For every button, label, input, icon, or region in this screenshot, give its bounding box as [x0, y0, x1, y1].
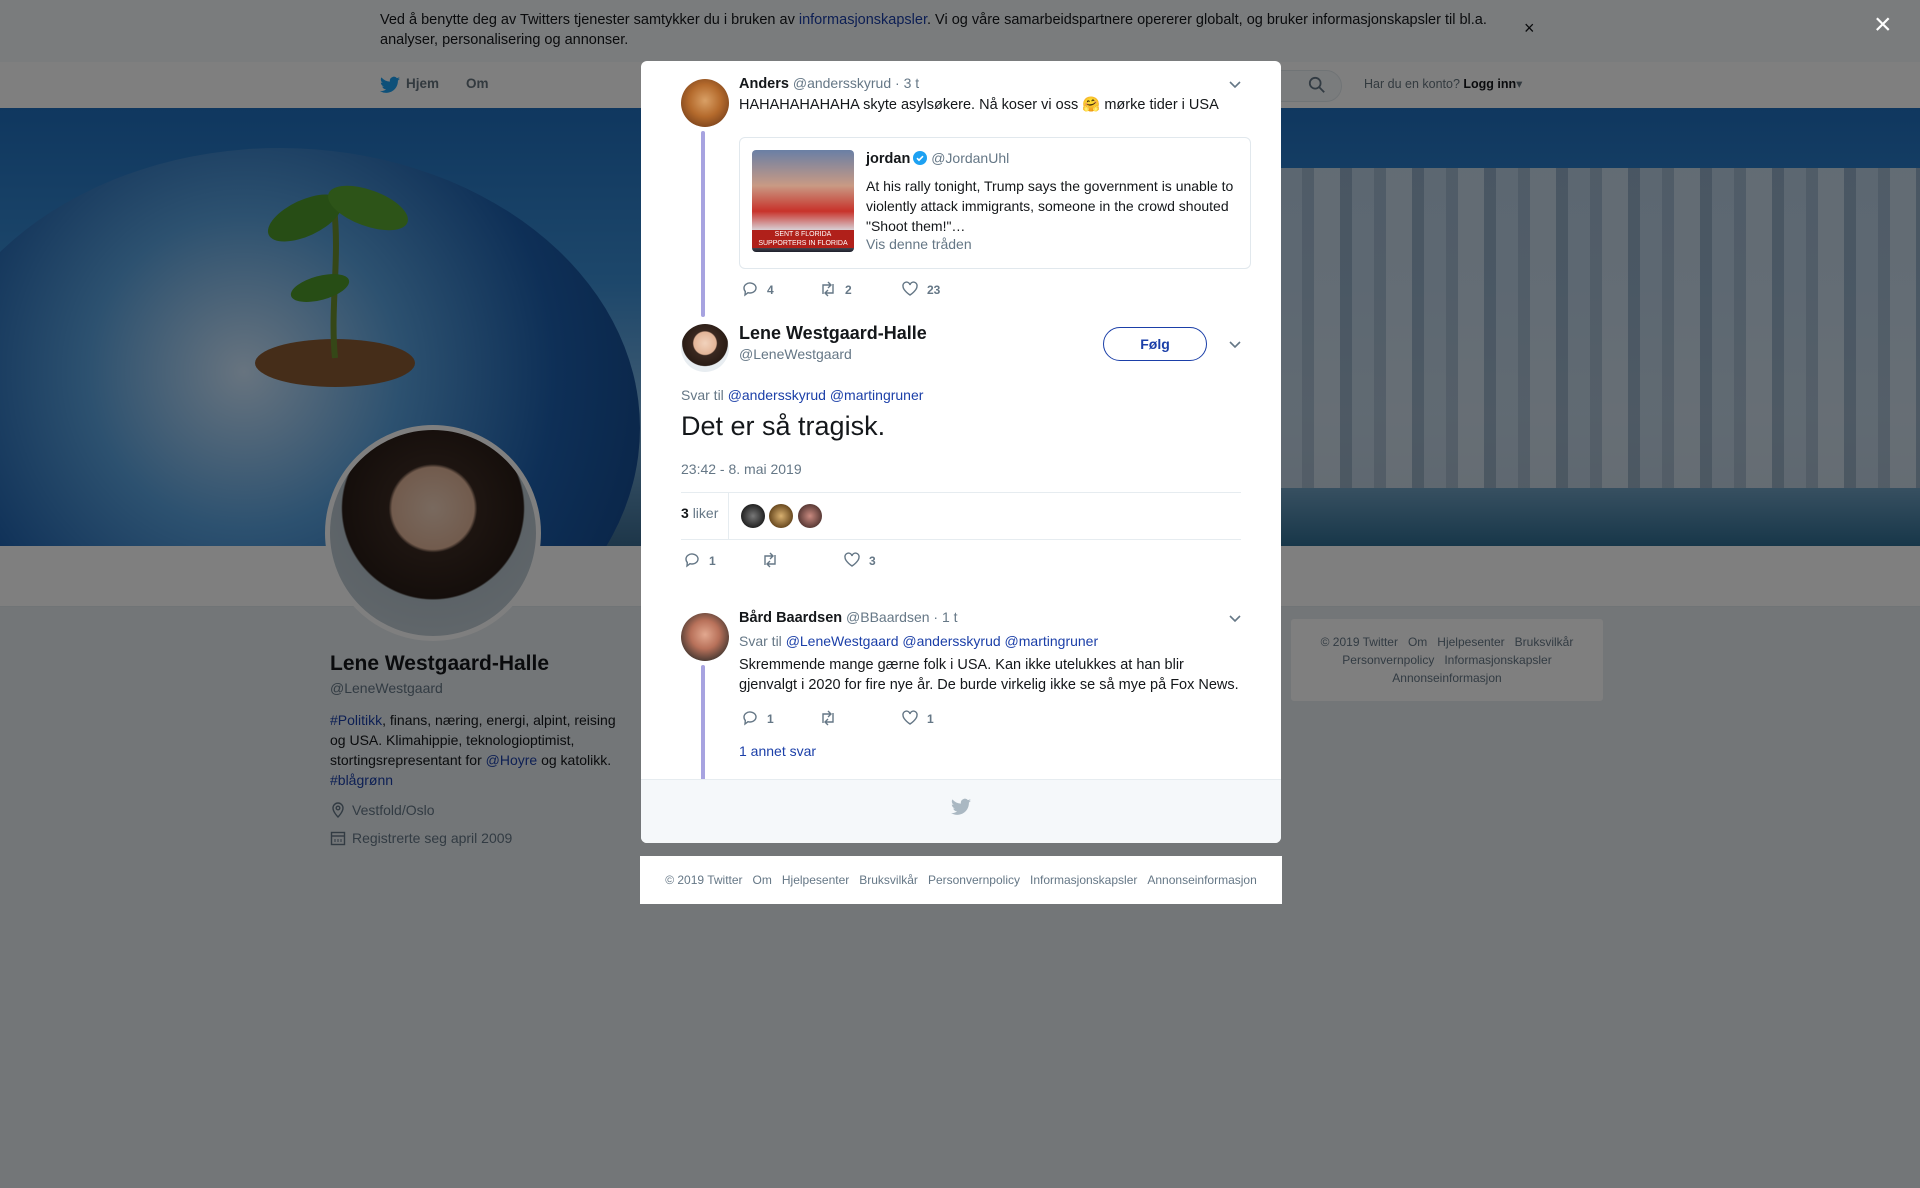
footer-link[interactable]: Hjelpesenter — [782, 873, 849, 887]
show-thread-link[interactable]: Vis denne tråden — [866, 236, 972, 252]
retweet-icon — [764, 552, 776, 568]
divider — [681, 492, 1241, 493]
like-button[interactable]: 1 — [901, 709, 934, 727]
tweet-text: Skremmende mange gærne folk i USA. Kan i… — [739, 657, 1239, 693]
tweet-author-name[interactable]: Anders — [739, 76, 789, 92]
liker-avatar[interactable] — [769, 504, 793, 528]
reply-button[interactable]: 1 — [741, 709, 774, 727]
footer-link[interactable]: Om — [753, 873, 772, 887]
avatar[interactable] — [681, 79, 729, 127]
footer-link[interactable]: Annonseinformasjon — [1147, 873, 1256, 887]
reply-button[interactable]: 1 — [683, 551, 716, 569]
main-tweet-timestamp: 23:42 - 8. mai 2019 — [681, 461, 802, 477]
quoted-author-name: jordan — [866, 151, 911, 167]
reply-button[interactable]: 4 — [741, 280, 774, 298]
follow-button[interactable]: Følg — [1103, 327, 1207, 361]
more-replies-link[interactable]: 1 annet svar — [739, 743, 816, 759]
quoted-tweet-text: At his rally tonight, Trump says the gov… — [866, 178, 1234, 234]
modal-bottom-bar — [641, 779, 1281, 843]
tweet-header: Anders @andersskyrud · 3 t — [739, 75, 919, 92]
likes-count[interactable]: 3 liker — [681, 505, 718, 521]
main-tweet-author-name[interactable]: Lene Westgaard-Halle — [739, 323, 927, 344]
divider — [728, 493, 729, 539]
divider — [681, 539, 1241, 540]
footer-link[interactable]: © 2019 Twitter — [665, 873, 742, 887]
tweet-time[interactable]: · 3 t — [895, 75, 919, 91]
heart-icon — [902, 710, 918, 725]
like-button[interactable]: 23 — [901, 280, 940, 298]
verified-badge-icon — [913, 151, 928, 165]
quoted-tweet-card[interactable]: SENT 8 FLORIDA SUPPORTERS IN FLORIDA jor… — [739, 137, 1251, 269]
close-icon[interactable]: × — [1874, 10, 1892, 40]
quoted-author-handle: @JordanUhl — [931, 150, 1010, 166]
tweet-author-handle[interactable]: @BBaardsen — [846, 609, 929, 625]
retweet-icon — [822, 710, 834, 726]
reply-to-line: Svar til @andersskyrud @martingruner — [681, 387, 924, 403]
mention-link[interactable]: @andersskyrud — [902, 633, 1000, 649]
twitter-bird-icon — [951, 798, 971, 815]
reply-icon — [743, 282, 757, 297]
footer-link[interactable]: Bruksvilkår — [859, 873, 918, 887]
modal-footer: © 2019 Twitter Om Hjelpesenter Bruksvilkår P… — [640, 856, 1282, 904]
mention-link[interactable]: @martingruner — [830, 387, 924, 403]
tweet-author-name[interactable]: Bård Baardsen — [739, 610, 842, 626]
like-button[interactable]: 3 — [843, 551, 876, 569]
reply-to-line: Svar til @LeneWestgaard @andersskyrud @m… — [739, 633, 1099, 649]
liker-avatar[interactable] — [798, 504, 822, 528]
retweet-button[interactable]: 2 — [819, 280, 852, 298]
tweet-permalink-modal: Anders @andersskyrud · 3 t HAHAHAHAHAHA … — [641, 61, 1281, 843]
footer-link[interactable]: Informasjonskapsler — [1030, 873, 1137, 887]
avatar[interactable] — [681, 613, 729, 661]
quoted-tweet-thumbnail[interactable]: SENT 8 FLORIDA SUPPORTERS IN FLORIDA — [752, 150, 854, 252]
chevron-down-icon[interactable] — [1227, 336, 1243, 352]
chevron-down-icon[interactable] — [1227, 610, 1243, 626]
chevron-down-icon[interactable] — [1227, 76, 1243, 92]
mention-link[interactable]: @martingruner — [1005, 633, 1099, 649]
reply-icon — [743, 711, 757, 726]
heart-icon — [844, 552, 860, 567]
quoted-tweet-header: jordan @JordanUhl — [866, 150, 1009, 167]
thumbnail-caption: SENT 8 FLORIDA SUPPORTERS IN FLORIDA — [752, 230, 854, 248]
retweet-button[interactable] — [761, 551, 787, 569]
footer-link[interactable]: Personvernpolicy — [928, 873, 1020, 887]
mention-link[interactable]: @andersskyrud — [728, 387, 826, 403]
tweet-header: Bård Baardsen @BBaardsen · 1 t — [739, 609, 958, 626]
tweet-text: HAHAHAHAHAHA skyte asylsøkere. Nå koser … — [739, 97, 1219, 113]
heart-icon — [902, 281, 918, 296]
main-tweet-author-handle[interactable]: @LeneWestgaard — [739, 346, 852, 364]
reply-icon — [685, 553, 699, 568]
thread-line — [701, 131, 705, 317]
main-tweet-text: Det er så tragisk. — [681, 411, 886, 441]
avatar[interactable] — [681, 324, 729, 372]
tweet-time[interactable]: · 1 t — [933, 609, 957, 625]
retweet-button[interactable] — [819, 709, 845, 727]
retweet-icon — [822, 281, 834, 297]
mention-link[interactable]: @LeneWestgaard — [786, 633, 899, 649]
tweet-author-handle[interactable]: @andersskyrud — [793, 75, 891, 91]
liker-avatar[interactable] — [741, 504, 765, 528]
